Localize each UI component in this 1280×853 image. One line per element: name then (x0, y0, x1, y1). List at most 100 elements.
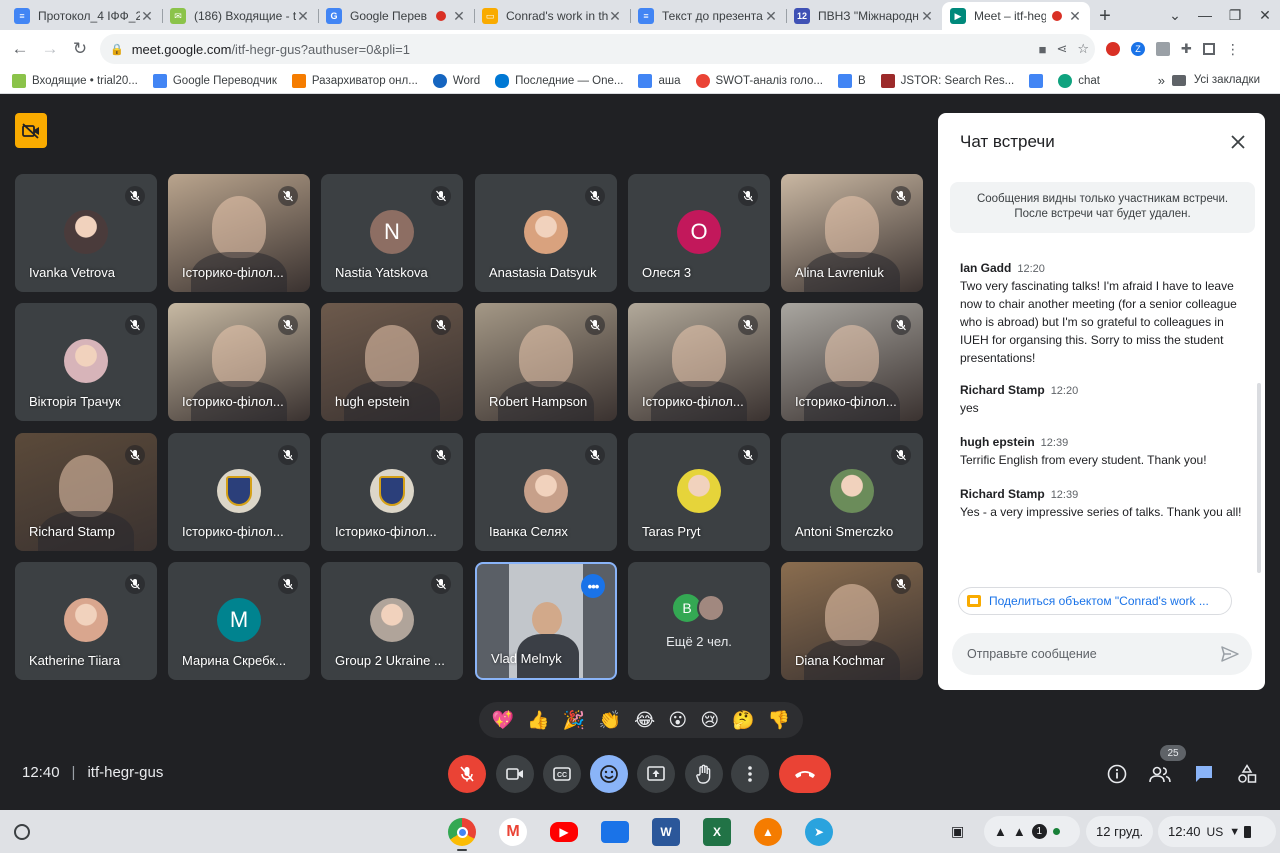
participant-tile[interactable]: Alina Lavreniuk (781, 174, 923, 292)
reaction-emoji-button[interactable]: 🎉 (563, 710, 585, 731)
camera-button[interactable] (496, 755, 534, 793)
more-bookmarks-button[interactable]: » (1158, 73, 1165, 88)
gmail-app-icon[interactable]: M (499, 818, 527, 846)
browser-tab[interactable]: G Google Перев ✕ (318, 2, 474, 30)
tab-close-icon[interactable]: ✕ (920, 8, 934, 25)
participant-tile[interactable]: Іванка Селях (475, 433, 617, 551)
bookmark-item[interactable]: Google Переводчик (152, 73, 277, 88)
bookmark-item[interactable]: аша (638, 73, 681, 88)
translator-extension-icon[interactable] (1156, 42, 1170, 56)
browser-tab-active[interactable]: ▶ Meet – itf-heg ✕ (942, 2, 1090, 30)
participant-tile[interactable]: Diana Kochmar (781, 562, 923, 680)
back-button[interactable]: ← (5, 34, 35, 64)
share-object-chip[interactable]: Поделиться объектом "Conrad's work ... (958, 587, 1232, 615)
participant-tile[interactable]: Історико-філол... (781, 303, 923, 421)
meeting-details-button[interactable] (1103, 760, 1131, 788)
share-icon[interactable]: ⋖ (1056, 41, 1067, 57)
bookmark-star-icon[interactable]: ☆ (1077, 41, 1089, 57)
chat-message-input[interactable]: Отправьте сообщение (952, 633, 1252, 675)
tab-close-icon[interactable]: ✕ (452, 8, 466, 25)
all-bookmarks-button[interactable]: Усі закладки (1171, 74, 1260, 86)
minimize-icon[interactable]: — (1190, 7, 1220, 23)
participant-tile[interactable]: Історико-філол... (628, 303, 770, 421)
files-app-icon[interactable] (601, 821, 629, 843)
tile-more-options-button[interactable]: ••• (581, 574, 605, 598)
bookmark-item[interactable]: Word (432, 73, 480, 88)
chat-button[interactable] (1190, 760, 1218, 788)
browser-menu-icon[interactable]: ⋮ (1226, 41, 1240, 58)
participant-tile[interactable]: ••• Vlad Melnyk (475, 562, 617, 680)
bookmark-item[interactable] (1029, 73, 1044, 88)
participant-tile[interactable]: Історико-філол... (321, 433, 463, 551)
camera-in-use-icon[interactable]: ■ (1039, 42, 1047, 57)
tab-search-icon[interactable]: ⌄ (1160, 7, 1190, 24)
close-chat-button[interactable] (1225, 129, 1251, 155)
telegram-app-icon[interactable]: ➤ (805, 818, 833, 846)
bookmark-item[interactable]: SWOT-аналіз голо... (695, 73, 823, 88)
reaction-emoji-button[interactable]: 😢 (700, 710, 719, 731)
launcher-icon[interactable] (14, 824, 30, 840)
participant-tile[interactable]: Вікторія Трачук (15, 303, 157, 421)
browser-tab[interactable]: ≡ Протокол_4 ІФФ_2 ✕ (6, 2, 162, 30)
participant-tile[interactable]: Taras Pryt (628, 433, 770, 551)
emoji-reactions-button[interactable] (590, 755, 628, 793)
youtube-app-icon[interactable]: ▶ (550, 822, 578, 842)
present-screen-button[interactable] (637, 755, 675, 793)
tab-close-icon[interactable]: ✕ (764, 8, 778, 25)
activities-button[interactable] (1233, 760, 1261, 788)
participant-tile[interactable]: О Олеся 3 (628, 174, 770, 292)
reaction-emoji-button[interactable]: 👎 (768, 710, 790, 731)
vlc-app-icon[interactable]: ▲ (754, 818, 782, 846)
reaction-emoji-button[interactable]: 💖 (492, 710, 514, 731)
tab-close-icon[interactable]: ✕ (296, 8, 310, 25)
bookmark-item[interactable]: Разархиватор онл... (291, 73, 418, 88)
send-icon[interactable] (1220, 644, 1240, 664)
reload-button[interactable]: ↻ (65, 34, 95, 64)
participant-tile[interactable]: B Ещё 2 чел. (628, 562, 770, 680)
microphone-off-button[interactable] (448, 755, 486, 793)
word-app-icon[interactable]: W (652, 818, 680, 846)
participant-tile[interactable]: Історико-філол... (168, 174, 310, 292)
tab-close-icon[interactable]: ✕ (140, 8, 154, 25)
reaction-emoji-button[interactable]: 😂 (634, 710, 655, 731)
new-tab-button[interactable]: + (1090, 2, 1120, 30)
captions-button[interactable]: CC (543, 755, 581, 793)
reaction-emoji-button[interactable]: 😮 (668, 710, 687, 731)
excel-app-icon[interactable]: X (703, 818, 731, 846)
reaction-emoji-button[interactable]: 🤔 (732, 710, 754, 731)
bookmark-item[interactable]: В (838, 73, 866, 88)
bookmark-item[interactable]: Входящие • trial20... (12, 73, 138, 88)
tab-close-icon[interactable]: ✕ (608, 8, 622, 25)
participant-tile[interactable]: Robert Hampson (475, 303, 617, 421)
raise-hand-button[interactable] (685, 755, 723, 793)
browser-tab[interactable]: ✉ (186) Входящие - t ✕ (162, 2, 318, 30)
date-tray[interactable]: 12 груд. (1086, 816, 1154, 847)
participant-tile[interactable]: Richard Stamp (15, 433, 157, 551)
adblock-extension-icon[interactable] (1106, 42, 1120, 56)
tab-close-icon[interactable]: ✕ (1068, 8, 1082, 25)
status-area[interactable]: ▲ ▲ 1 (984, 816, 1080, 847)
bookmark-item[interactable]: chat (1058, 73, 1100, 88)
participant-tile[interactable]: Історико-філол... (168, 303, 310, 421)
reaction-emoji-button[interactable]: 👍 (527, 710, 549, 731)
browser-tab[interactable]: 12 ПВНЗ "Міжнародн ✕ (786, 2, 942, 30)
reaction-emoji-button[interactable]: 👏 (598, 710, 620, 731)
side-panel-icon[interactable] (1202, 43, 1215, 55)
system-tray[interactable]: 12:40 US ▼ (1158, 816, 1276, 847)
zotero-extension-icon[interactable]: Z (1131, 42, 1145, 56)
address-bar[interactable]: 🔒 meet.google.com/itf-hegr-gus?authuser=… (100, 34, 1095, 64)
participant-tile[interactable]: N Nastia Yatskova (321, 174, 463, 292)
bookmark-item[interactable]: JSTOR: Search Res... (880, 73, 1014, 88)
participant-tile[interactable]: M Марина Скребк... (168, 562, 310, 680)
participant-tile[interactable]: Antoni Smerczko (781, 433, 923, 551)
leave-call-button[interactable] (779, 755, 831, 793)
browser-tab[interactable]: ▭ Conrad's work in th ✕ (474, 2, 630, 30)
hidden-self-view-badge[interactable] (15, 113, 47, 148)
participant-tile[interactable]: Group 2 Ukraine ... (321, 562, 463, 680)
forward-button[interactable]: → (35, 34, 65, 64)
chat-scrollbar[interactable] (1257, 383, 1261, 573)
participant-tile[interactable]: Ivanka Vetrova (15, 174, 157, 292)
participant-tile[interactable]: hugh epstein (321, 303, 463, 421)
browser-tab[interactable]: ≡ Текст до презента ✕ (630, 2, 786, 30)
restore-icon[interactable]: ❐ (1220, 7, 1250, 24)
